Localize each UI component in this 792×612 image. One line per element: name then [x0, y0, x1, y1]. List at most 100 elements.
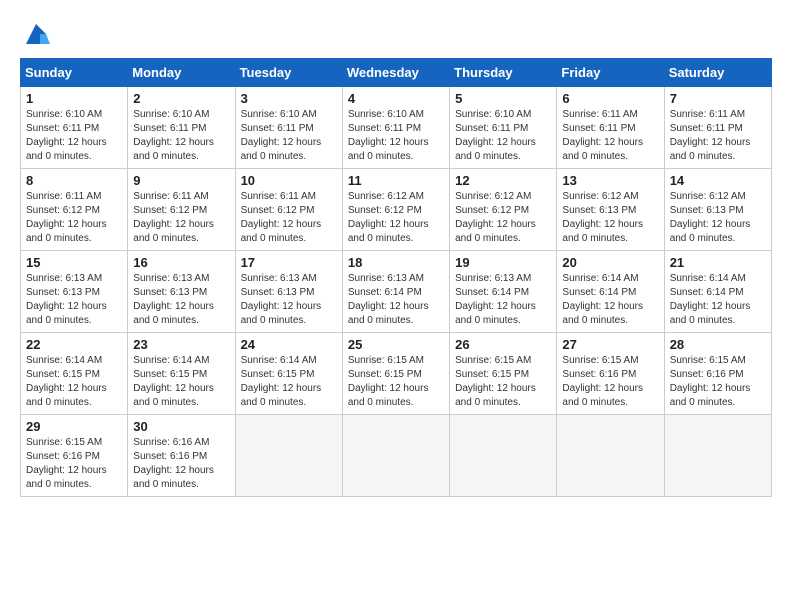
header-tuesday: Tuesday: [235, 59, 342, 87]
day-info: Sunrise: 6:13 AM Sunset: 6:14 PM Dayligh…: [455, 272, 551, 328]
day-number: 6: [562, 91, 658, 106]
day-number: 2: [133, 91, 229, 106]
sunrise-label: Sunrise: 6:10 AM: [455, 109, 531, 120]
sunrise-label: Sunrise: 6:10 AM: [348, 109, 424, 120]
sunset-label: Sunset: 6:15 PM: [241, 369, 315, 380]
day-info: Sunrise: 6:12 AM Sunset: 6:13 PM Dayligh…: [670, 190, 766, 246]
logo: [20, 20, 50, 48]
sunset-label: Sunset: 6:14 PM: [348, 287, 422, 298]
sunrise-label: Sunrise: 6:13 AM: [133, 273, 209, 284]
sunrise-label: Sunrise: 6:14 AM: [133, 355, 209, 366]
day-number: 22: [26, 337, 122, 352]
calendar-day-cell: 7 Sunrise: 6:11 AM Sunset: 6:11 PM Dayli…: [664, 87, 771, 169]
day-info: Sunrise: 6:11 AM Sunset: 6:12 PM Dayligh…: [133, 190, 229, 246]
day-number: 24: [241, 337, 337, 352]
calendar-day-cell: 12 Sunrise: 6:12 AM Sunset: 6:12 PM Dayl…: [450, 169, 557, 251]
sunrise-label: Sunrise: 6:12 AM: [348, 191, 424, 202]
calendar-day-cell: 4 Sunrise: 6:10 AM Sunset: 6:11 PM Dayli…: [342, 87, 449, 169]
calendar-week-row: 29 Sunrise: 6:15 AM Sunset: 6:16 PM Dayl…: [21, 415, 772, 497]
calendar-day-cell: 22 Sunrise: 6:14 AM Sunset: 6:15 PM Dayl…: [21, 333, 128, 415]
day-number: 30: [133, 419, 229, 434]
day-info: Sunrise: 6:15 AM Sunset: 6:16 PM Dayligh…: [26, 436, 122, 492]
daylight-label: Daylight: 12 hours and 0 minutes.: [133, 219, 214, 244]
sunset-label: Sunset: 6:13 PM: [241, 287, 315, 298]
calendar-day-cell: 1 Sunrise: 6:10 AM Sunset: 6:11 PM Dayli…: [21, 87, 128, 169]
calendar-day-cell: 21 Sunrise: 6:14 AM Sunset: 6:14 PM Dayl…: [664, 251, 771, 333]
daylight-label: Daylight: 12 hours and 0 minutes.: [670, 137, 751, 162]
header-sunday: Sunday: [21, 59, 128, 87]
day-info: Sunrise: 6:13 AM Sunset: 6:14 PM Dayligh…: [348, 272, 444, 328]
day-number: 25: [348, 337, 444, 352]
day-info: Sunrise: 6:14 AM Sunset: 6:15 PM Dayligh…: [133, 354, 229, 410]
calendar-day-cell: 17 Sunrise: 6:13 AM Sunset: 6:13 PM Dayl…: [235, 251, 342, 333]
calendar-day-cell: 16 Sunrise: 6:13 AM Sunset: 6:13 PM Dayl…: [128, 251, 235, 333]
day-info: Sunrise: 6:15 AM Sunset: 6:16 PM Dayligh…: [670, 354, 766, 410]
calendar-day-cell: [664, 415, 771, 497]
daylight-label: Daylight: 12 hours and 0 minutes.: [670, 383, 751, 408]
calendar-day-cell: [342, 415, 449, 497]
daylight-label: Daylight: 12 hours and 0 minutes.: [348, 137, 429, 162]
sunrise-label: Sunrise: 6:14 AM: [26, 355, 102, 366]
daylight-label: Daylight: 12 hours and 0 minutes.: [348, 301, 429, 326]
day-number: 23: [133, 337, 229, 352]
calendar-week-row: 8 Sunrise: 6:11 AM Sunset: 6:12 PM Dayli…: [21, 169, 772, 251]
day-info: Sunrise: 6:14 AM Sunset: 6:14 PM Dayligh…: [562, 272, 658, 328]
day-info: Sunrise: 6:12 AM Sunset: 6:12 PM Dayligh…: [348, 190, 444, 246]
day-info: Sunrise: 6:10 AM Sunset: 6:11 PM Dayligh…: [455, 108, 551, 164]
day-info: Sunrise: 6:14 AM Sunset: 6:15 PM Dayligh…: [241, 354, 337, 410]
daylight-label: Daylight: 12 hours and 0 minutes.: [241, 219, 322, 244]
day-info: Sunrise: 6:11 AM Sunset: 6:12 PM Dayligh…: [241, 190, 337, 246]
day-number: 18: [348, 255, 444, 270]
sunset-label: Sunset: 6:12 PM: [26, 205, 100, 216]
daylight-label: Daylight: 12 hours and 0 minutes.: [241, 137, 322, 162]
sunset-label: Sunset: 6:11 PM: [348, 123, 421, 134]
calendar-day-cell: [557, 415, 664, 497]
daylight-label: Daylight: 12 hours and 0 minutes.: [133, 383, 214, 408]
day-number: 11: [348, 173, 444, 188]
calendar-day-cell: 18 Sunrise: 6:13 AM Sunset: 6:14 PM Dayl…: [342, 251, 449, 333]
calendar-day-cell: 19 Sunrise: 6:13 AM Sunset: 6:14 PM Dayl…: [450, 251, 557, 333]
sunrise-label: Sunrise: 6:12 AM: [562, 191, 638, 202]
day-info: Sunrise: 6:14 AM Sunset: 6:15 PM Dayligh…: [26, 354, 122, 410]
day-number: 4: [348, 91, 444, 106]
sunrise-label: Sunrise: 6:15 AM: [348, 355, 424, 366]
calendar-day-cell: 28 Sunrise: 6:15 AM Sunset: 6:16 PM Dayl…: [664, 333, 771, 415]
sunrise-label: Sunrise: 6:13 AM: [26, 273, 102, 284]
day-number: 28: [670, 337, 766, 352]
calendar-day-cell: 29 Sunrise: 6:15 AM Sunset: 6:16 PM Dayl…: [21, 415, 128, 497]
calendar-day-cell: 27 Sunrise: 6:15 AM Sunset: 6:16 PM Dayl…: [557, 333, 664, 415]
calendar-day-cell: [450, 415, 557, 497]
sunset-label: Sunset: 6:16 PM: [562, 369, 636, 380]
daylight-label: Daylight: 12 hours and 0 minutes.: [455, 219, 536, 244]
day-info: Sunrise: 6:14 AM Sunset: 6:14 PM Dayligh…: [670, 272, 766, 328]
daylight-label: Daylight: 12 hours and 0 minutes.: [133, 301, 214, 326]
calendar-day-cell: 5 Sunrise: 6:10 AM Sunset: 6:11 PM Dayli…: [450, 87, 557, 169]
sunset-label: Sunset: 6:15 PM: [133, 369, 207, 380]
sunset-label: Sunset: 6:12 PM: [348, 205, 422, 216]
sunset-label: Sunset: 6:11 PM: [241, 123, 314, 134]
day-number: 3: [241, 91, 337, 106]
day-info: Sunrise: 6:10 AM Sunset: 6:11 PM Dayligh…: [348, 108, 444, 164]
daylight-label: Daylight: 12 hours and 0 minutes.: [670, 301, 751, 326]
day-info: Sunrise: 6:15 AM Sunset: 6:16 PM Dayligh…: [562, 354, 658, 410]
day-number: 29: [26, 419, 122, 434]
daylight-label: Daylight: 12 hours and 0 minutes.: [26, 465, 107, 490]
sunset-label: Sunset: 6:11 PM: [562, 123, 635, 134]
sunset-label: Sunset: 6:16 PM: [26, 451, 100, 462]
day-number: 1: [26, 91, 122, 106]
calendar-day-cell: [235, 415, 342, 497]
sunrise-label: Sunrise: 6:10 AM: [26, 109, 102, 120]
day-info: Sunrise: 6:11 AM Sunset: 6:11 PM Dayligh…: [670, 108, 766, 164]
calendar-day-cell: 23 Sunrise: 6:14 AM Sunset: 6:15 PM Dayl…: [128, 333, 235, 415]
sunset-label: Sunset: 6:11 PM: [26, 123, 99, 134]
day-info: Sunrise: 6:13 AM Sunset: 6:13 PM Dayligh…: [133, 272, 229, 328]
sunrise-label: Sunrise: 6:15 AM: [26, 437, 102, 448]
sunrise-label: Sunrise: 6:12 AM: [455, 191, 531, 202]
daylight-label: Daylight: 12 hours and 0 minutes.: [348, 383, 429, 408]
day-info: Sunrise: 6:10 AM Sunset: 6:11 PM Dayligh…: [26, 108, 122, 164]
sunset-label: Sunset: 6:11 PM: [670, 123, 743, 134]
day-number: 16: [133, 255, 229, 270]
header-wednesday: Wednesday: [342, 59, 449, 87]
sunrise-label: Sunrise: 6:15 AM: [562, 355, 638, 366]
sunrise-label: Sunrise: 6:15 AM: [670, 355, 746, 366]
